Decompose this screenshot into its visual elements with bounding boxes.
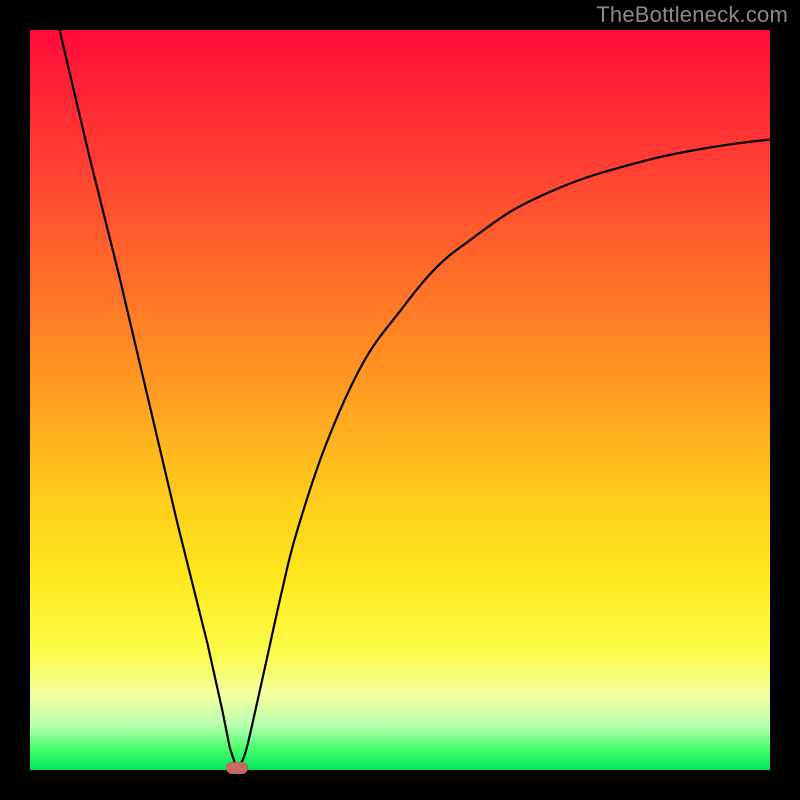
plot-area bbox=[30, 30, 770, 770]
chart-frame: TheBottleneck.com bbox=[0, 0, 800, 800]
bottleneck-curve bbox=[30, 30, 770, 770]
curve-left-branch bbox=[60, 30, 238, 770]
watermark-text: TheBottleneck.com bbox=[596, 2, 788, 28]
minimum-marker bbox=[226, 762, 248, 774]
curve-right-branch bbox=[237, 140, 770, 770]
